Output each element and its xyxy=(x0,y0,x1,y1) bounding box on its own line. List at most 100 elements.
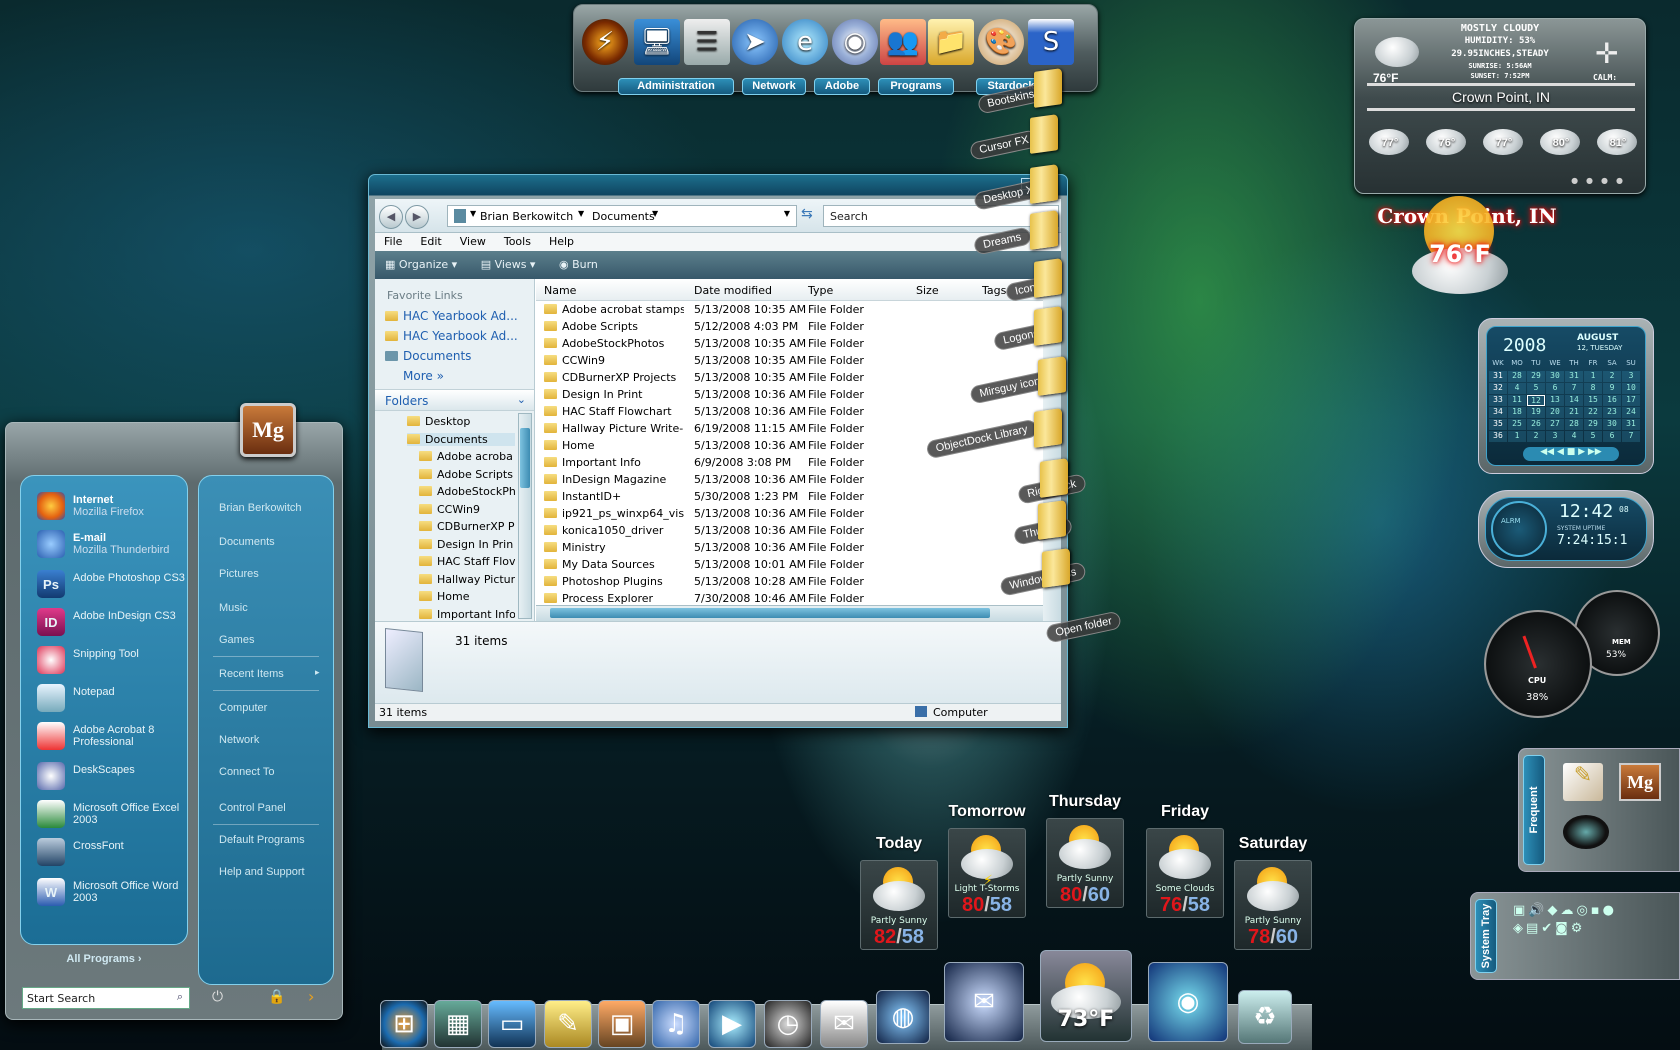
calendar-day[interactable]: 29 xyxy=(1527,371,1545,382)
refresh-icon[interactable]: ⇆ xyxy=(801,206,813,222)
favorite-link-1[interactable]: HAC Yearbook Ad... xyxy=(385,309,518,323)
all-programs[interactable]: All Programs › xyxy=(20,953,188,969)
start-place-item[interactable]: Games xyxy=(219,634,254,646)
start-place-item[interactable]: Control Panel xyxy=(219,802,286,814)
menu-tools[interactable]: Tools xyxy=(495,233,540,250)
calendar-day[interactable]: 16 xyxy=(1603,395,1621,406)
stack-folder-icon[interactable] xyxy=(1030,114,1058,154)
system-tray-tab[interactable]: System Tray xyxy=(1475,899,1497,973)
start-place-item[interactable]: Brian Berkowitch xyxy=(219,502,302,514)
calendar-day[interactable]: 15 xyxy=(1584,395,1602,406)
back-button[interactable]: ◀ xyxy=(379,205,403,229)
power-icon[interactable]: ⏻ xyxy=(212,989,223,1005)
calendar-day[interactable]: 12 xyxy=(1527,395,1545,406)
forecast-tile[interactable]: Some Clouds 76/58 xyxy=(1146,828,1224,918)
calendar-day[interactable]: 3 xyxy=(1546,431,1564,442)
h-scroll-thumb[interactable] xyxy=(550,608,990,618)
column-date-modified[interactable]: Date modified xyxy=(694,284,772,297)
calendar-day[interactable]: 6 xyxy=(1603,431,1621,442)
photo-gallery-icon[interactable]: ▦ xyxy=(434,1000,482,1048)
start-program-item[interactable]: Microsoft Office Excel 2003 xyxy=(37,798,187,832)
tree-item[interactable]: AdobeStockPh xyxy=(419,485,515,498)
calendar-day[interactable]: 27 xyxy=(1546,419,1564,430)
calendar-day[interactable]: 6 xyxy=(1546,383,1564,394)
thunderbird-icon[interactable]: ✉ xyxy=(944,962,1024,1042)
start-place-item[interactable]: Computer xyxy=(219,702,267,714)
menu-view[interactable]: View xyxy=(451,233,495,250)
tasks-icon[interactable]: ☰ xyxy=(684,19,730,65)
mail-tray-icon[interactable]: ✉ xyxy=(820,1000,868,1048)
tree-item[interactable]: Desktop xyxy=(407,415,515,428)
folders-header[interactable]: Folders ⌄ xyxy=(375,389,534,411)
monitor-icon[interactable]: 🖥 xyxy=(634,19,680,65)
calendar-day[interactable]: 4 xyxy=(1565,431,1583,442)
start-place-item[interactable]: Default Programs xyxy=(219,834,305,846)
start-program-item[interactable]: DeskScapes xyxy=(37,760,187,794)
flash-icon[interactable]: ⚡ xyxy=(582,19,628,65)
palette-icon[interactable]: 🎨 xyxy=(978,19,1024,65)
stack-folder-icon[interactable] xyxy=(1030,210,1058,250)
start-place-item[interactable]: Recent Items xyxy=(219,668,284,680)
start-place-item[interactable]: Connect To xyxy=(219,766,274,778)
calendar-day[interactable]: 13 xyxy=(1546,395,1564,406)
start-place-item[interactable]: Network xyxy=(219,734,259,746)
calendar-day[interactable]: 5 xyxy=(1584,431,1602,442)
people-icon[interactable]: 👥 xyxy=(880,19,926,65)
desktop-icon[interactable]: ▭ xyxy=(488,1000,536,1048)
stack-folder-icon[interactable] xyxy=(1042,548,1070,588)
calendar-day[interactable]: 14 xyxy=(1565,395,1583,406)
calendar-day[interactable]: 20 xyxy=(1546,407,1564,418)
start-place-item[interactable]: Pictures xyxy=(219,568,259,580)
tree-item[interactable]: Home xyxy=(419,590,515,603)
stack-folder-icon[interactable] xyxy=(1034,68,1062,108)
start-program-item[interactable]: Ps Adobe Photoshop CS3 xyxy=(37,568,187,602)
calendar-day[interactable]: 2 xyxy=(1603,371,1621,382)
calendar-day[interactable]: 19 xyxy=(1527,407,1545,418)
start-place-item[interactable]: Documents xyxy=(219,536,275,548)
calendar-day[interactable]: 23 xyxy=(1603,407,1621,418)
calendar-day[interactable]: 22 xyxy=(1584,407,1602,418)
messenger-icon[interactable]: ◉ xyxy=(1148,962,1228,1042)
calendar-day[interactable]: 11 xyxy=(1508,395,1526,406)
tree-item[interactable]: Documents xyxy=(407,432,515,446)
page-dots[interactable]: ●●●● xyxy=(1571,176,1631,185)
calendar-day[interactable]: 9 xyxy=(1603,383,1621,394)
calendar-day[interactable]: 1 xyxy=(1584,371,1602,382)
shutdown-options-icon[interactable]: › xyxy=(308,987,314,1006)
notes-icon[interactable]: ✎ xyxy=(544,1000,592,1048)
forecast-tile[interactable]: Partly Sunny 82/58 xyxy=(860,860,938,950)
pictures-icon[interactable]: ▣ xyxy=(598,1000,646,1048)
start-place-item[interactable]: Music xyxy=(219,602,248,614)
tab-administration[interactable]: Administration xyxy=(618,78,734,95)
start-program-item[interactable]: E-mail Mozilla Thunderbird xyxy=(37,528,187,562)
itunes-icon[interactable]: ♫ xyxy=(652,1000,700,1048)
stack-item-label[interactable]: Cursor FX xyxy=(968,129,1040,161)
column-type[interactable]: Type xyxy=(808,284,833,297)
forecast-tile[interactable]: Partly Sunny 80/60 xyxy=(1046,818,1124,908)
calendar-day[interactable]: 8 xyxy=(1584,383,1602,394)
forecast-tile[interactable]: Partly Sunny 78/60 xyxy=(1234,860,1312,950)
start-program-item[interactable]: CrossFont xyxy=(37,836,187,870)
tree-scroll-thumb[interactable] xyxy=(520,428,530,488)
calendar-day[interactable]: 5 xyxy=(1527,383,1545,394)
weather-icon[interactable]: 73°F xyxy=(1040,950,1132,1042)
tray-icons-row1[interactable]: ▣🔊◆☁◎▪● xyxy=(1513,903,1617,918)
stack-folder-icon[interactable] xyxy=(1038,356,1066,396)
calendar-day[interactable]: 30 xyxy=(1603,419,1621,430)
tab-network[interactable]: Network xyxy=(742,78,806,95)
tree-item[interactable]: Adobe acroba xyxy=(419,450,515,463)
stack-folder-icon[interactable] xyxy=(1038,500,1066,540)
start-program-item[interactable]: Snipping Tool xyxy=(37,644,187,678)
calendar-day[interactable]: 29 xyxy=(1584,419,1602,430)
calendar-day[interactable]: 31 xyxy=(1622,419,1640,430)
camera-icon[interactable] xyxy=(1563,815,1609,849)
stardock-icon[interactable]: S xyxy=(1028,19,1074,65)
calendar-nav[interactable]: ◀◀ ◀ ■ ▶ ▶▶ xyxy=(1523,447,1619,461)
start-program-item[interactable]: Notepad xyxy=(37,682,187,716)
windows-orb-icon[interactable]: ⊞ xyxy=(380,1000,428,1048)
magic-gallery-icon[interactable]: Mg xyxy=(1619,763,1661,801)
calendar-day[interactable]: 17 xyxy=(1622,395,1640,406)
views-button[interactable]: ▤ Views ▾ xyxy=(471,251,546,278)
tab-programs[interactable]: Programs xyxy=(878,78,954,95)
breadcrumb[interactable]: ▼ Brian Berkowitch ▼ Documents ▼ ▼ xyxy=(447,205,797,227)
